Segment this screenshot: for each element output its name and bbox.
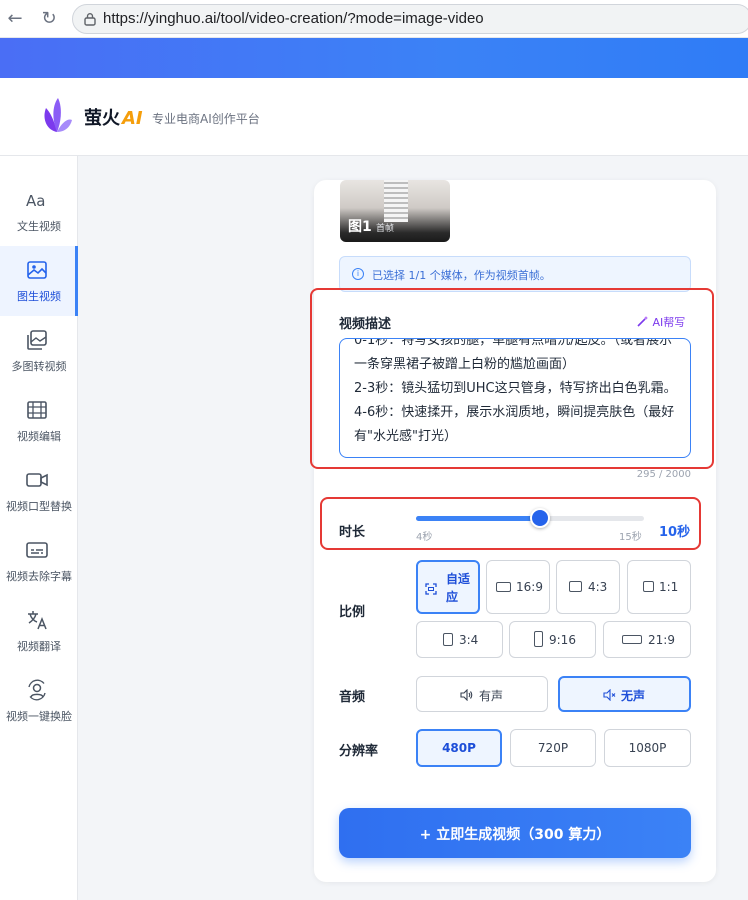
brand-ai-text: AI bbox=[122, 108, 143, 129]
resolution-option-label: 1080P bbox=[628, 741, 667, 755]
selection-info: i 已选择 1/1 个媒体，作为视频首帧。 bbox=[339, 256, 691, 292]
sidebar-item-lip-sync[interactable]: 视频口型替换 bbox=[0, 456, 78, 526]
generate-video-label: + 立即生成视频（300 算力） bbox=[419, 827, 611, 843]
duration-max-label: 15秒 bbox=[619, 532, 642, 543]
char-counter: 295 / 2000 bbox=[636, 469, 691, 480]
sidebar-item-face-swap[interactable]: 视频一键换脸 bbox=[0, 666, 78, 736]
description-label: 视频描述 bbox=[339, 317, 392, 332]
butterfly-logo-icon bbox=[44, 98, 72, 132]
top-banner bbox=[0, 38, 748, 78]
generate-video-button[interactable]: + 立即生成视频（300 算力） bbox=[339, 808, 691, 858]
highlight-frame-duration bbox=[320, 497, 701, 550]
sidebar: Aa 文生视频 图生视频 多图转视频 视频编辑 视频口型替换 视频去除字幕 视频… bbox=[0, 156, 78, 900]
ratio-option-16-9[interactable]: 16:9 bbox=[486, 560, 550, 614]
multi-image-icon bbox=[27, 330, 47, 350]
ratio-option-3-4[interactable]: 3:4 bbox=[416, 621, 503, 658]
speaker-mute-icon bbox=[603, 689, 616, 701]
brand-tagline: 专业电商AI创作平台 bbox=[152, 112, 260, 126]
lock-icon bbox=[84, 13, 96, 26]
ratio-option-label: 自适应 bbox=[446, 572, 471, 604]
browser-toolbar: ← ↻ https://yinghuo.ai/tool/video-creati… bbox=[0, 0, 748, 38]
ratio-option-label: 9:16 bbox=[549, 633, 576, 647]
description-textarea[interactable]: 0-1秒：特写女孩的腿，单腿有点暗沉/起皮。（或者展示一条穿黑裙子被蹭上白粉的尴… bbox=[339, 338, 691, 458]
sidebar-item-label: 视频去除字幕 bbox=[6, 570, 72, 583]
camera-icon bbox=[26, 473, 48, 487]
sidebar-item-video-edit[interactable]: 视频编辑 bbox=[0, 386, 78, 456]
info-icon: i bbox=[352, 268, 364, 280]
film-icon bbox=[27, 401, 47, 419]
sidebar-item-text-to-video[interactable]: Aa 文生视频 bbox=[0, 176, 78, 246]
ai-help-button[interactable]: AI帮写 bbox=[637, 314, 685, 330]
image-icon bbox=[27, 261, 47, 279]
svg-text:Aa: Aa bbox=[26, 192, 45, 210]
ratio-option-label: 21:9 bbox=[648, 633, 675, 647]
ratio-9-16-icon bbox=[534, 631, 543, 647]
sidebar-item-remove-subtitle[interactable]: 视频去除字幕 bbox=[0, 526, 78, 596]
audio-option-silent[interactable]: 无声 bbox=[558, 676, 691, 712]
thumbnail-sublabel: 首帧 bbox=[376, 224, 395, 234]
duration-label: 时长 bbox=[339, 525, 366, 540]
ratio-option-21-9[interactable]: 21:9 bbox=[603, 621, 691, 658]
speaker-icon bbox=[460, 689, 473, 701]
resolution-label: 分辨率 bbox=[339, 744, 379, 759]
ratio-option-auto[interactable]: 自适应 bbox=[416, 560, 480, 614]
fit-frame-icon bbox=[425, 583, 437, 595]
sidebar-item-label: 视频翻译 bbox=[17, 640, 61, 653]
audio-label: 音频 bbox=[339, 690, 366, 705]
resolution-option-label: 480P bbox=[442, 741, 476, 755]
back-arrow-icon[interactable]: ← bbox=[4, 8, 26, 30]
ratio-4-3-icon bbox=[569, 581, 582, 592]
audio-option-with-sound[interactable]: 有声 bbox=[416, 676, 548, 712]
ratio-21-9-icon bbox=[622, 635, 642, 644]
ratio-16-9-icon bbox=[496, 582, 511, 592]
sidebar-item-label: 文生视频 bbox=[17, 220, 61, 233]
sidebar-item-image-to-video[interactable]: 图生视频 bbox=[0, 246, 78, 316]
resolution-option-1080p[interactable]: 1080P bbox=[604, 729, 691, 767]
thumbnail-label: 图1 bbox=[348, 219, 372, 235]
magic-wand-icon bbox=[637, 316, 648, 327]
description-text: 0-1秒：特写女孩的腿，单腿有点暗沉/起皮。（或者展示一条穿黑裙子被蹭上白粉的尴… bbox=[354, 338, 677, 444]
ratio-option-label: 3:4 bbox=[459, 633, 479, 647]
face-swap-icon bbox=[28, 679, 46, 701]
ratio-option-label: 1:1 bbox=[659, 580, 679, 594]
sidebar-item-label: 视频编辑 bbox=[17, 430, 61, 443]
sidebar-item-label: 视频一键换脸 bbox=[6, 710, 72, 723]
ratio-3-4-icon bbox=[443, 633, 453, 646]
resolution-option-720p[interactable]: 720P bbox=[510, 729, 596, 767]
brand-text: 萤火 bbox=[84, 108, 120, 129]
app-header: 萤火 AI 专业电商AI创作平台 bbox=[0, 78, 748, 156]
reload-icon[interactable]: ↻ bbox=[38, 8, 60, 30]
ai-help-label: AI帮写 bbox=[652, 316, 686, 329]
sidebar-item-translate[interactable]: 视频翻译 bbox=[0, 596, 78, 666]
duration-slider-fill bbox=[416, 516, 541, 521]
url-text: https://yinghuo.ai/tool/video-creation/?… bbox=[103, 10, 484, 27]
ratio-1-1-icon bbox=[643, 581, 654, 592]
text-aa-icon: Aa bbox=[26, 192, 45, 210]
resolution-option-480p[interactable]: 480P bbox=[416, 729, 502, 767]
duration-min-label: 4秒 bbox=[416, 532, 433, 543]
brand-name[interactable]: 萤火 AI bbox=[84, 104, 143, 130]
subtitle-icon bbox=[26, 542, 48, 558]
resolution-option-label: 720P bbox=[537, 741, 569, 755]
thumbnail-image bbox=[384, 180, 408, 222]
audio-option-label: 无声 bbox=[621, 689, 646, 703]
translate-icon bbox=[28, 611, 47, 630]
sidebar-item-multi-image[interactable]: 多图转视频 bbox=[0, 316, 78, 386]
ratio-option-1-1[interactable]: 1:1 bbox=[627, 560, 691, 614]
sidebar-item-label: 视频口型替换 bbox=[6, 500, 72, 513]
ratio-option-4-3[interactable]: 4:3 bbox=[556, 560, 620, 614]
media-thumbnail[interactable]: 图1 首帧 bbox=[340, 180, 450, 242]
duration-value: 10秒 bbox=[659, 525, 691, 540]
sidebar-item-label: 多图转视频 bbox=[11, 360, 67, 373]
ratio-label: 比例 bbox=[339, 605, 366, 620]
selection-info-text: 已选择 1/1 个媒体，作为视频首帧。 bbox=[372, 269, 551, 282]
ratio-option-label: 16:9 bbox=[516, 580, 543, 594]
address-bar[interactable]: https://yinghuo.ai/tool/video-creation/?… bbox=[72, 4, 748, 34]
audio-option-label: 有声 bbox=[479, 689, 504, 703]
ratio-option-label: 4:3 bbox=[588, 580, 608, 594]
ratio-option-9-16[interactable]: 9:16 bbox=[509, 621, 596, 658]
sidebar-item-label: 图生视频 bbox=[17, 290, 61, 303]
